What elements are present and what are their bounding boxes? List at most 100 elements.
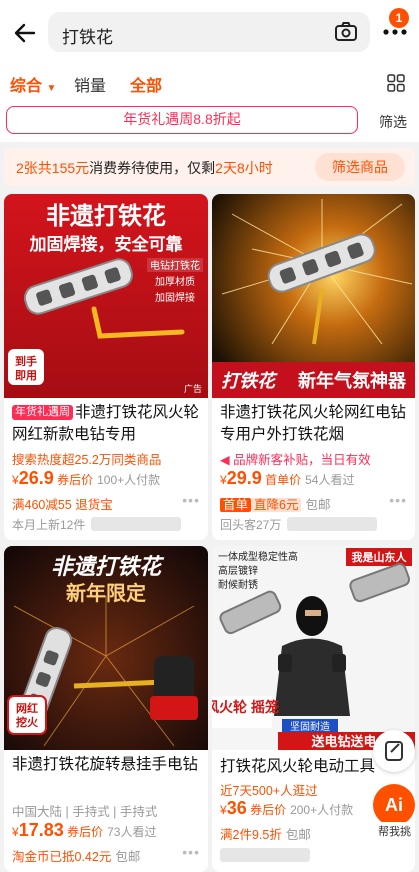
product-card[interactable]: 打铁花 新年气氛神器 非遗打铁花风火轮网红电钻专用户外打铁花烟 ◀ 品牌新客补贴…	[212, 194, 415, 540]
blurred-shop-name	[220, 848, 310, 862]
price-row: ¥29.9 首单价 54人看过	[220, 468, 355, 488]
image-tag: 加固焊接	[155, 291, 195, 304]
coupon-desc: 消费券待使用，仅剩	[89, 160, 216, 176]
image-title: 我是山东人	[352, 550, 408, 564]
caret-down-icon: ▼	[46, 83, 57, 94]
return-insurance: 退货宝	[75, 498, 113, 512]
product-card[interactable]: 非遗打铁花 加固焊接，安全可靠 电钻打铁花 加厚材质 加固焊接 到手 即用 广告…	[4, 194, 208, 540]
image-subtitle: 风火轮 摇笼	[212, 699, 279, 715]
tab-all[interactable]: 全部	[130, 72, 162, 96]
product-sub: 中国大陆 | 手持式 | 手持式	[12, 805, 158, 819]
ai-assistant-fab[interactable]: Ai	[373, 784, 415, 826]
coupon-bar: 2张共155元消费券待使用，仅剩2天8小时 筛选商品	[4, 148, 415, 186]
extra-row: 淘金币已抵0.42元 包邮	[12, 846, 140, 865]
price-label: 券后价	[250, 803, 287, 817]
product-image[interactable]: 非遗打铁花 新年限定 网红 挖火	[4, 546, 208, 750]
shop-info: 本月上新12件	[12, 518, 86, 532]
filter-products-button[interactable]: 筛选商品	[315, 153, 405, 181]
back-arrow-icon[interactable]	[12, 20, 38, 46]
image-title: 打铁花	[221, 371, 278, 391]
promo-filter-chip[interactable]: 年货礼遇周8.8折起	[6, 106, 358, 134]
svg-text:到手: 到手	[15, 354, 37, 368]
image-title: 非遗打铁花	[46, 202, 166, 230]
price: 36	[226, 798, 247, 818]
coupon-remaining: 2天8小时	[215, 160, 273, 176]
price: 26.9	[18, 468, 54, 488]
tab-sales[interactable]: 销量	[74, 72, 106, 96]
svg-text:一体成型稳定性高: 一体成型稳定性高	[218, 550, 298, 563]
price-label: 首单价	[265, 473, 302, 487]
free-shipping: 包邮	[115, 850, 141, 864]
product-sub-text: 品牌新客补贴，当日有效	[233, 453, 371, 467]
extra-row: 首单 直降6元 包邮	[220, 494, 330, 513]
views: 73人看过	[107, 825, 157, 839]
message-badge: 1	[389, 8, 409, 28]
product-sub: 搜索热度超25.2万同类商品	[12, 453, 162, 467]
discount: 满460减55	[12, 498, 72, 512]
filter-button[interactable]: 筛选	[379, 112, 407, 132]
product-image[interactable]: 我是山东人 一体成型稳定性高 高层镀锌 耐候耐锈 风火轮 摇笼 坚固耐造 送电钻…	[212, 546, 415, 750]
promo-tag: 年货礼遇周	[12, 405, 73, 420]
grid-view-icon[interactable]	[387, 74, 405, 92]
price-label: 券后价	[57, 473, 94, 487]
camera-icon[interactable]	[334, 20, 358, 44]
ai-assistant-label[interactable]: 帮我挑	[376, 822, 413, 840]
extra-row: 满2件9.5折 包邮	[220, 824, 311, 843]
free-shipping: 包邮	[285, 828, 311, 842]
svg-text:坚固耐造: 坚固耐造	[290, 720, 330, 733]
product-title[interactable]: 非遗打铁花旋转悬挂手电钻	[12, 754, 202, 776]
image-title: 非遗打铁花	[51, 554, 165, 579]
edit-icon	[385, 741, 403, 761]
product-sub: ◀ 品牌新客补贴，当日有效	[220, 449, 371, 468]
image-subtitle: 加固焊接，安全可靠	[29, 234, 183, 255]
price: 29.9	[226, 468, 262, 488]
product-title[interactable]: 年货礼遇周 非遗打铁花风火轮网红新款电钻专用	[12, 402, 202, 446]
more-dots-icon[interactable]: •••	[182, 492, 200, 508]
views: 100+人付款	[97, 473, 161, 487]
more-dots-icon[interactable]: •••	[182, 844, 200, 860]
more-icon[interactable]	[381, 27, 409, 37]
shop-row[interactable]: 本月上新12件	[12, 516, 182, 533]
edit-note-fab[interactable]	[373, 730, 415, 772]
image-tag: 加厚材质	[155, 275, 195, 288]
blurred-shop-name	[91, 517, 182, 531]
coin-discount: 淘金币已抵0.42元	[12, 850, 112, 864]
tab-comprehensive[interactable]: 综合 ▼	[10, 72, 56, 96]
views: 54人看过	[305, 473, 355, 487]
shop-row[interactable]	[220, 848, 310, 863]
tab-label: 综合	[10, 78, 43, 95]
image-subtitle: 新年限定	[66, 581, 146, 605]
sort-tabs: 综合 ▼ 销量 全部	[0, 62, 419, 102]
svg-text:即用: 即用	[15, 369, 37, 382]
price-label: 券后价	[67, 825, 104, 839]
svg-text:耐候耐锈: 耐候耐锈	[218, 578, 258, 591]
shop-row[interactable]: 回头客27万	[220, 516, 378, 533]
bundle-discount: 满2件9.5折	[220, 828, 282, 842]
image-subtitle: 新年气氛神器	[298, 370, 407, 391]
price-row: ¥17.83 券后价 73人看过	[12, 820, 157, 840]
shop-info: 回头客27万	[220, 518, 282, 532]
top-bar: 打铁花 1	[0, 0, 419, 62]
search-query[interactable]: 打铁花	[62, 23, 113, 48]
image-tag: 电钻打铁花	[150, 259, 200, 272]
speaker-icon: ◀	[220, 453, 230, 467]
discount-chip: 直降6元	[251, 498, 302, 512]
svg-text:高层镀锌: 高层镀锌	[218, 564, 258, 577]
more-dots-icon[interactable]: •••	[389, 492, 407, 508]
coupon-amount: 2张共155元	[16, 160, 90, 176]
views: 200+人付款	[290, 803, 354, 817]
extra-row: 满460减55 退货宝	[12, 494, 113, 513]
product-sub: 近7天500+人逛过	[220, 784, 318, 798]
search-box[interactable]: 打铁花	[48, 12, 370, 52]
price-row: ¥36 券后价 200+人付款	[220, 798, 354, 818]
product-card[interactable]: 非遗打铁花 新年限定 网红 挖火 非遗打铁花旋转悬挂手电钻 中国大陆 | 手持式…	[4, 546, 208, 872]
filter-row: 年货礼遇周8.8折起 筛选	[0, 102, 419, 142]
product-image[interactable]: 非遗打铁花 加固焊接，安全可靠 电钻打铁花 加厚材质 加固焊接 到手 即用 广告	[4, 194, 208, 398]
svg-text:网红: 网红	[16, 701, 38, 715]
ad-label: 广告	[184, 383, 202, 394]
product-title[interactable]: 非遗打铁花风火轮网红电钻专用户外打铁花烟	[220, 402, 409, 446]
first-order-chip: 首单	[220, 498, 252, 512]
svg-text:挖火: 挖火	[16, 715, 39, 729]
image-banner: 送电钻送电	[310, 734, 376, 749]
product-image[interactable]: 打铁花 新年气氛神器	[212, 194, 415, 398]
